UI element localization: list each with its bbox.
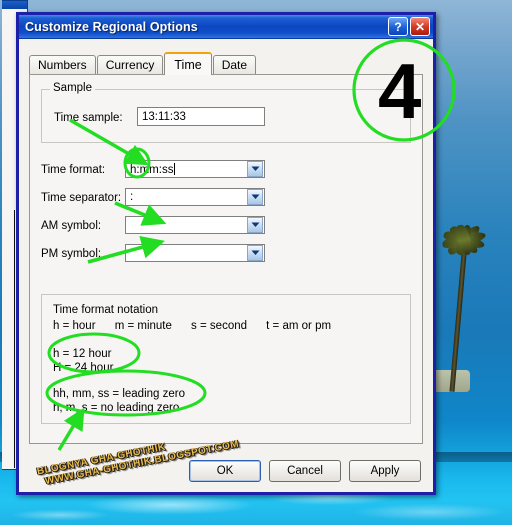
tab-time[interactable]: Time bbox=[164, 52, 212, 75]
notation-leading-zero: hh, mm, ss = leading zero bbox=[53, 388, 185, 400]
dialog-title: Customize Regional Options bbox=[25, 19, 198, 34]
dialog-titlebar[interactable]: Customize Regional Options ? ✕ bbox=[19, 15, 433, 39]
time-sample-readonly-field: 13:11:33 bbox=[137, 107, 265, 126]
time-format-value: h:mm:ss bbox=[130, 162, 176, 176]
time-separator-value: : bbox=[130, 191, 134, 203]
am-symbol-combobox[interactable] bbox=[125, 216, 265, 234]
cancel-button[interactable]: Cancel bbox=[269, 460, 341, 482]
ok-button[interactable]: OK bbox=[189, 460, 261, 482]
sample-groupbox: Sample Time sample: 13:11:33 bbox=[41, 82, 411, 143]
chevron-down-icon[interactable] bbox=[247, 161, 263, 177]
help-icon[interactable]: ? bbox=[388, 17, 408, 36]
time-format-label: Time format: bbox=[41, 164, 106, 176]
notation-legend: h = hour m = minute s = second t = am or… bbox=[53, 320, 332, 332]
titlebar-buttons: ? ✕ bbox=[388, 17, 430, 36]
step-number-annotation: 4 bbox=[378, 47, 422, 135]
dialog-button-row: OK Cancel Apply bbox=[189, 460, 421, 482]
pm-symbol-label: PM symbol: bbox=[41, 248, 102, 260]
notation-no-leading-zero: h, m, s = no leading zero bbox=[53, 402, 180, 414]
am-symbol-label: AM symbol: bbox=[41, 220, 102, 232]
palm-tree-decoration bbox=[432, 190, 492, 392]
notation-12-hour: h = 12 hour bbox=[53, 348, 112, 360]
notation-heading: Time format notation bbox=[53, 304, 159, 316]
customize-regional-options-dialog: Customize Regional Options ? ✕ Numbers C… bbox=[16, 12, 436, 495]
tab-date[interactable]: Date bbox=[212, 55, 257, 74]
text-insertion-caret bbox=[174, 162, 176, 175]
time-format-combobox[interactable]: h:mm:ss bbox=[125, 160, 265, 178]
tab-currency[interactable]: Currency bbox=[96, 55, 164, 74]
sample-groupbox-title: Sample bbox=[50, 82, 95, 94]
chevron-down-icon[interactable] bbox=[247, 189, 263, 205]
time-tab-panel: Sample Time sample: 13:11:33 Time format… bbox=[29, 74, 423, 444]
apply-button[interactable]: Apply bbox=[349, 460, 421, 482]
time-format-notation-groupbox: Time format notation h = hour m = minute… bbox=[41, 294, 411, 424]
pm-symbol-combobox[interactable] bbox=[125, 244, 265, 262]
dialog-client-area: Numbers Currency Time Date Sample Time s… bbox=[19, 39, 433, 492]
time-sample-label: Time sample: bbox=[54, 112, 123, 124]
chevron-down-icon[interactable] bbox=[247, 245, 263, 261]
notation-24-hour: H = 24 hour bbox=[53, 362, 114, 374]
tab-numbers[interactable]: Numbers bbox=[29, 55, 96, 74]
time-separator-label: Time separator: bbox=[41, 192, 122, 204]
time-separator-combobox[interactable]: : bbox=[125, 188, 265, 206]
chevron-down-icon[interactable] bbox=[247, 217, 263, 233]
palm-trunk bbox=[449, 242, 468, 392]
time-sample-value: 13:11:33 bbox=[142, 110, 186, 123]
close-icon[interactable]: ✕ bbox=[410, 17, 430, 36]
background-window-titlebar bbox=[2, 1, 27, 9]
tab-strip: Numbers Currency Time Date bbox=[29, 52, 257, 75]
